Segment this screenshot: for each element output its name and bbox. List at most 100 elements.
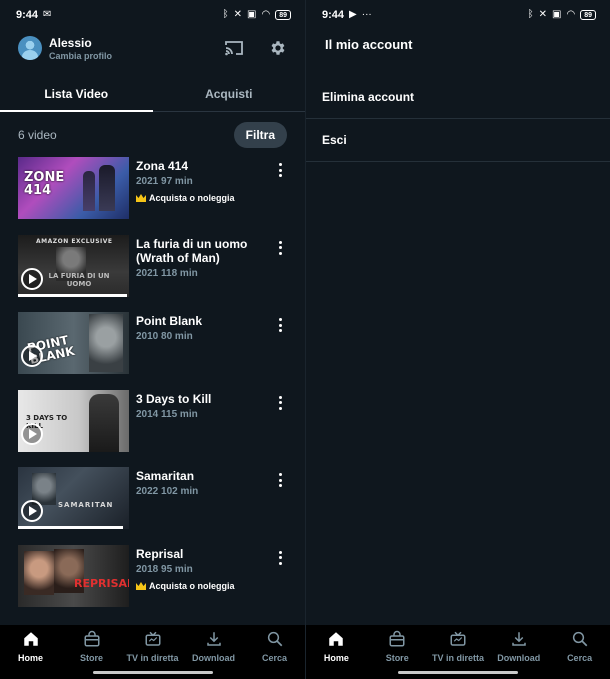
- nav-label: TV in diretta: [126, 653, 179, 663]
- video-title: Zona 414: [136, 159, 189, 173]
- play-icon[interactable]: [21, 345, 43, 367]
- mute-icon: ✕: [538, 9, 548, 20]
- status-bar: 9:44 ▶ ··· ᛒ ✕ ▣ ◠ 89: [306, 0, 610, 30]
- video-meta: 2014 115 min: [136, 408, 198, 420]
- tab-video-list[interactable]: Lista Video: [0, 77, 153, 112]
- list-item[interactable]: ZONE 414 Zona 414 2021 97 min Acquista o…: [18, 157, 287, 219]
- video-title: Samaritan: [136, 469, 195, 483]
- video-list: ZONE 414 Zona 414 2021 97 min Acquista o…: [0, 157, 305, 607]
- poster-3-days-to-kill[interactable]: 3 DAYS TO KILL: [18, 389, 129, 452]
- wifi-icon: ◠: [566, 9, 576, 20]
- gesture-bar[interactable]: [398, 671, 518, 674]
- change-profile-link[interactable]: Cambia profilo: [49, 51, 112, 61]
- nav-label: Download: [192, 653, 235, 663]
- nav-label: Store: [79, 653, 103, 663]
- list-item[interactable]: 3 DAYS TO KILL 3 Days to Kill 2014 115 m…: [18, 389, 287, 452]
- nav-home[interactable]: Home: [0, 630, 61, 679]
- play-icon[interactable]: [21, 422, 43, 445]
- bottom-nav: Home Store TV in diretta Download Cerca: [0, 625, 305, 679]
- play-icon[interactable]: [21, 267, 43, 290]
- profile-name[interactable]: Alessio: [49, 36, 112, 50]
- no-sim-icon: ▣: [247, 9, 257, 20]
- wifi-icon: ◠: [261, 9, 271, 20]
- video-title: Point Blank: [136, 314, 203, 328]
- buy-text: Acquista o noleggia: [149, 580, 235, 591]
- poster-title: ZONE 414: [24, 170, 65, 198]
- logout-item[interactable]: Esci: [306, 119, 610, 162]
- no-sim-icon: ▣: [552, 9, 562, 20]
- more-options-icon[interactable]: [273, 549, 287, 567]
- list-item[interactable]: AMAZON EXCLUSIVE LA FURIA DI UN UOMO La …: [18, 234, 287, 297]
- poster-point-blank[interactable]: POINT BLANK: [18, 312, 129, 374]
- nav-label: Cerca: [567, 653, 593, 663]
- download-icon: [512, 632, 526, 646]
- delete-account-item[interactable]: Elimina account: [306, 76, 610, 119]
- live-tv-icon: [145, 631, 160, 646]
- tab-bar: Lista Video Acquisti: [0, 77, 305, 112]
- poster-zona-414[interactable]: ZONE 414: [18, 157, 129, 219]
- poster-samaritan[interactable]: SAMARITAN: [18, 467, 129, 529]
- search-icon: [572, 631, 587, 647]
- poster-title: REPRISAL: [74, 576, 129, 590]
- count-row: 6 video Filtra: [0, 113, 305, 157]
- video-title: 3 Days to Kill: [136, 391, 212, 406]
- watch-progress: [18, 526, 124, 529]
- poster-wrath-of-man[interactable]: AMAZON EXCLUSIVE LA FURIA DI UN UOMO: [18, 234, 129, 297]
- bluetooth-icon: ᛒ: [527, 9, 534, 20]
- battery-icon: 89: [580, 10, 596, 20]
- more-options-icon[interactable]: [273, 161, 287, 179]
- status-time: 9:44: [322, 9, 345, 21]
- nav-search[interactable]: Cerca: [549, 630, 610, 679]
- mute-icon: ✕: [233, 9, 243, 20]
- page-title: Il mio account: [325, 37, 413, 52]
- more-options-icon[interactable]: [273, 239, 287, 257]
- bottom-nav: Home Store TV in diretta Download Cerca: [306, 625, 610, 679]
- nav-label: Home: [17, 653, 43, 663]
- poster-top-text: AMAZON EXCLUSIVE: [36, 237, 113, 245]
- buy-or-rent-label[interactable]: Acquista o noleggia: [136, 193, 287, 203]
- avatar[interactable]: [18, 36, 42, 60]
- home-icon: [329, 632, 344, 646]
- video-count: 6 video: [18, 128, 57, 142]
- status-bar: 9:44 ✉ ᛒ ✕ ▣ ◠ 89: [0, 0, 305, 30]
- profile-row: Alessio Cambia profilo: [0, 31, 305, 65]
- search-icon: [267, 631, 282, 647]
- buy-or-rent-label[interactable]: Acquista o noleggia: [136, 581, 287, 591]
- youtube-icon: ▶: [349, 9, 357, 20]
- poster-title: LA FURIA DI UN UOMO: [48, 271, 110, 288]
- nav-label: Download: [497, 653, 541, 663]
- list-item[interactable]: SAMARITAN Samaritan 2022 102 min: [18, 467, 287, 529]
- tab-purchases[interactable]: Acquisti: [153, 77, 306, 111]
- account-screen: 9:44 ▶ ··· ᛒ ✕ ▣ ◠ 89 Il mio account Eli…: [305, 0, 610, 679]
- video-title: Reprisal: [136, 546, 184, 561]
- home-icon: [23, 632, 38, 646]
- play-icon[interactable]: [21, 500, 43, 522]
- more-options-icon[interactable]: [273, 316, 287, 334]
- list-item[interactable]: REPRISAL Reprisal 2018 95 min Acquista o…: [18, 544, 287, 607]
- store-icon: [84, 630, 99, 647]
- live-tv-icon: [450, 631, 466, 646]
- video-list-screen: 9:44 ✉ ᛒ ✕ ▣ ◠ 89 Alessio Cambia profilo…: [0, 0, 305, 679]
- crown-icon: [136, 581, 146, 590]
- notification-icon: ✉: [43, 9, 52, 20]
- nav-home[interactable]: Home: [306, 630, 367, 679]
- video-meta: 2021 97 min: [136, 176, 193, 187]
- video-meta: 2021 118 min: [136, 267, 198, 279]
- bluetooth-icon: ᛒ: [222, 9, 229, 20]
- poster-reprisal[interactable]: REPRISAL: [18, 544, 129, 607]
- filter-button[interactable]: Filtra: [233, 122, 287, 148]
- more-options-icon[interactable]: [273, 471, 287, 489]
- list-item[interactable]: POINT BLANK Point Blank 2010 80 min: [18, 312, 287, 374]
- more-notifications-icon: ···: [361, 9, 372, 20]
- nav-search[interactable]: Cerca: [244, 630, 305, 679]
- store-icon: [389, 630, 405, 647]
- settings-gear-icon[interactable]: [267, 37, 289, 59]
- video-meta: 2022 102 min: [136, 486, 199, 497]
- video-meta: 2010 80 min: [136, 331, 193, 342]
- gesture-bar[interactable]: [92, 671, 213, 674]
- cast-icon[interactable]: [223, 37, 245, 59]
- more-options-icon[interactable]: [273, 394, 287, 412]
- nav-label: Store: [385, 653, 409, 663]
- buy-text: Acquista o noleggia: [149, 193, 235, 203]
- nav-label: TV in diretta: [431, 653, 484, 663]
